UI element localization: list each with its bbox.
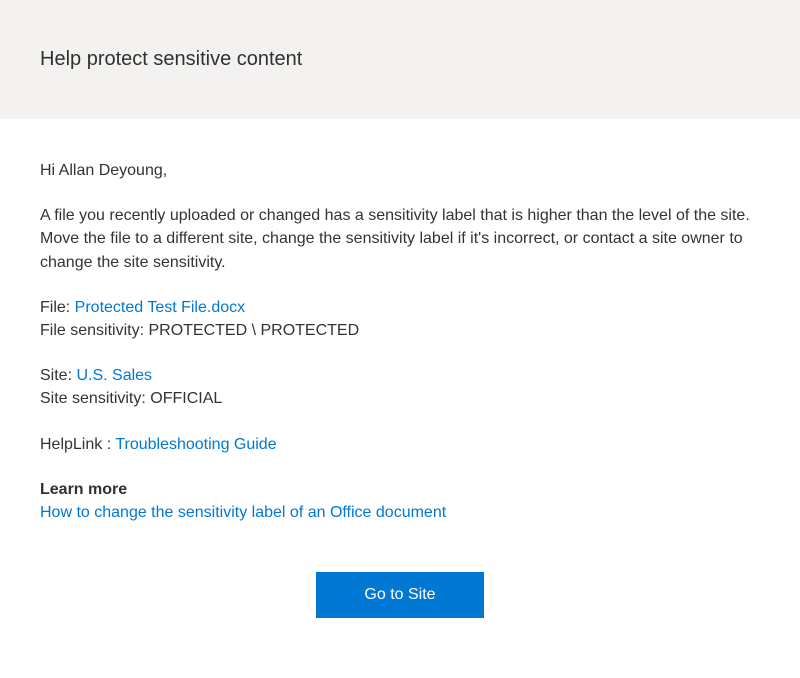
body-content: Hi Allan Deyoung, A file you recently up… xyxy=(0,119,800,566)
button-row: Go to Site xyxy=(0,566,800,638)
site-label: Site: xyxy=(40,367,76,384)
learn-more-heading: Learn more xyxy=(40,478,760,501)
site-info-block: Site: U.S. Sales Site sensitivity: OFFIC… xyxy=(40,364,760,410)
page-title: Help protect sensitive content xyxy=(40,48,760,71)
go-to-site-button[interactable]: Go to Site xyxy=(316,572,483,618)
site-sensitivity-line: Site sensitivity: OFFICIAL xyxy=(40,387,760,410)
file-sensitivity-label: File sensitivity: xyxy=(40,322,148,339)
file-sensitivity-line: File sensitivity: PROTECTED \ PROTECTED xyxy=(40,319,760,342)
site-sensitivity-value: OFFICIAL xyxy=(150,390,222,407)
learn-more-link[interactable]: How to change the sensitivity label of a… xyxy=(40,504,446,521)
file-sensitivity-value: PROTECTED \ PROTECTED xyxy=(148,322,359,339)
learn-more-line: How to change the sensitivity label of a… xyxy=(40,501,760,524)
file-label: File: xyxy=(40,299,75,316)
description-text: A file you recently uploaded or changed … xyxy=(40,204,760,274)
learn-more-block: Learn more How to change the sensitivity… xyxy=(40,478,760,524)
help-link-block: HelpLink : Troubleshooting Guide xyxy=(40,433,760,456)
file-link[interactable]: Protected Test File.docx xyxy=(75,299,245,316)
header: Help protect sensitive content xyxy=(0,0,800,119)
greeting-text: Hi Allan Deyoung, xyxy=(40,159,760,182)
site-link[interactable]: U.S. Sales xyxy=(76,367,152,384)
file-line: File: Protected Test File.docx xyxy=(40,296,760,319)
site-sensitivity-label: Site sensitivity: xyxy=(40,390,150,407)
help-link-label: HelpLink : xyxy=(40,436,115,453)
help-link[interactable]: Troubleshooting Guide xyxy=(115,436,276,453)
file-info-block: File: Protected Test File.docx File sens… xyxy=(40,296,760,342)
help-link-line: HelpLink : Troubleshooting Guide xyxy=(40,433,760,456)
site-line: Site: U.S. Sales xyxy=(40,364,760,387)
